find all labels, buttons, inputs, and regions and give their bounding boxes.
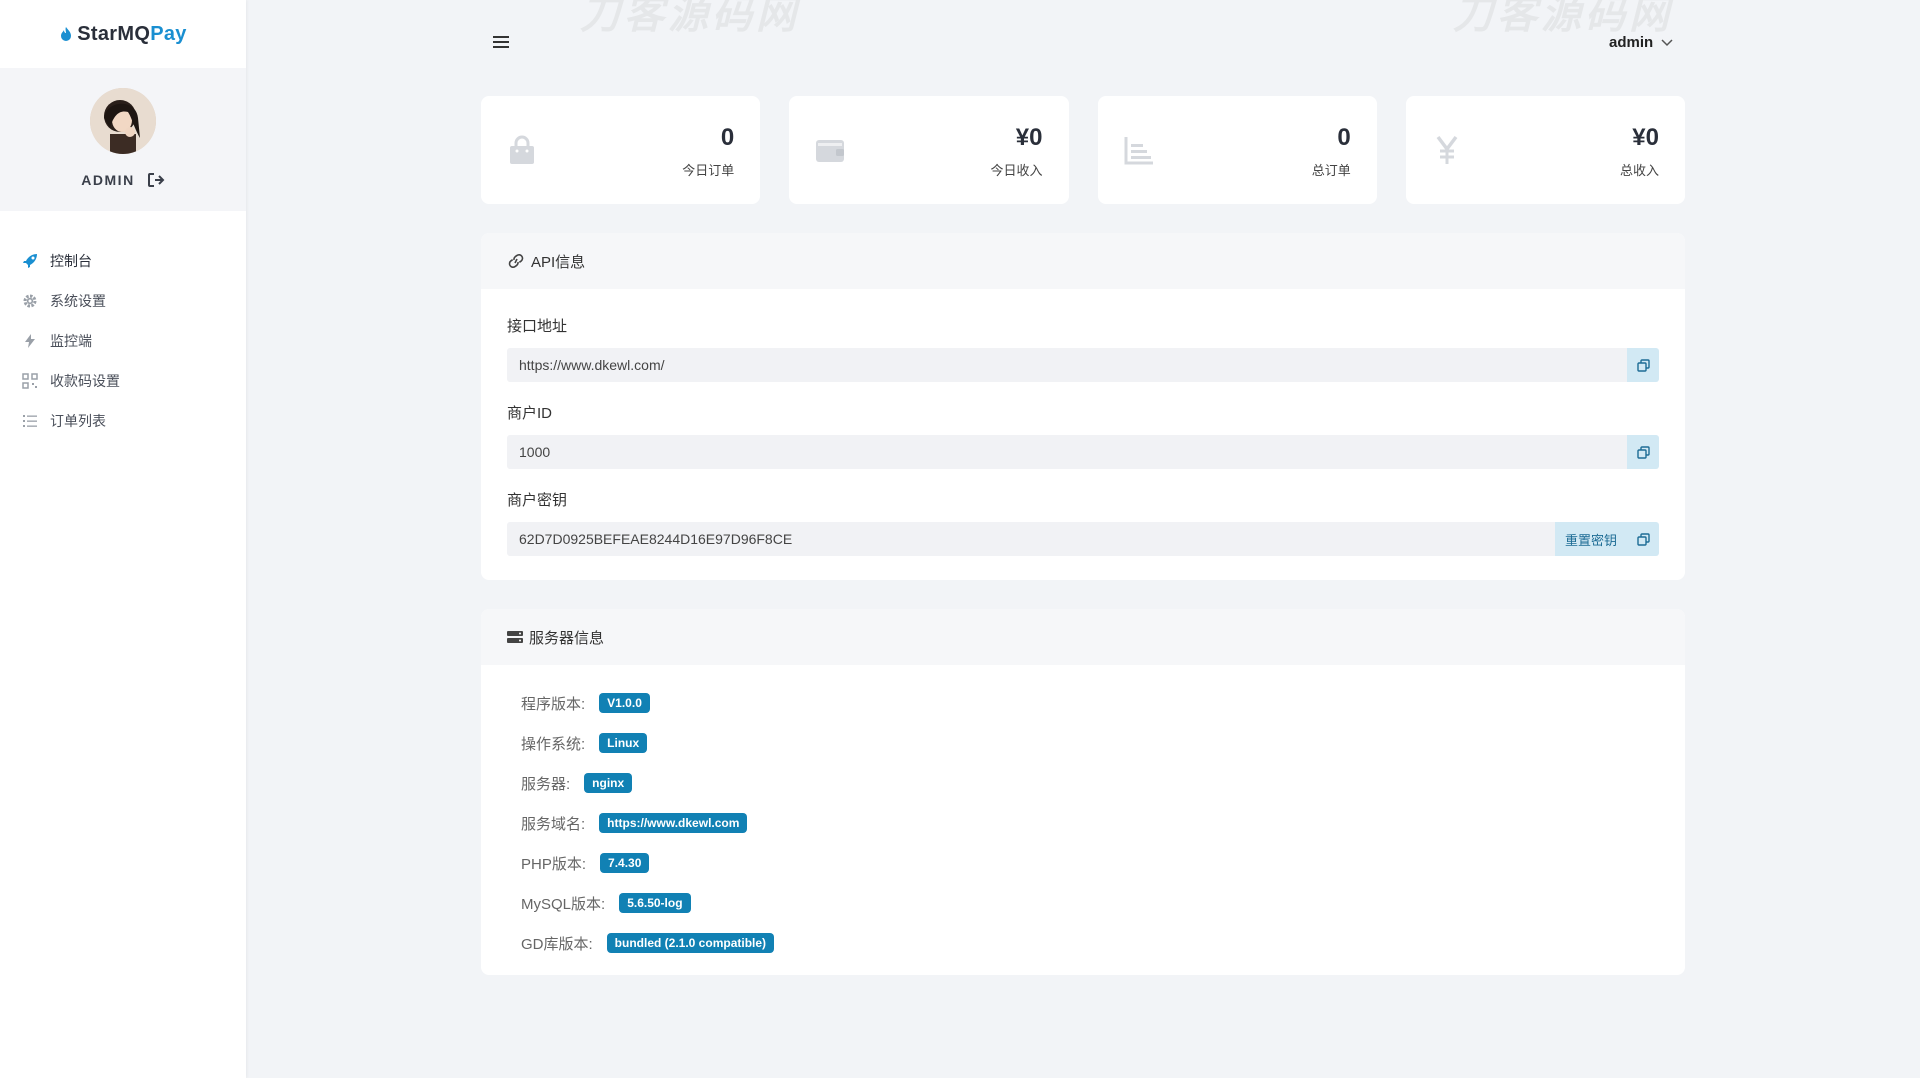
logout-icon[interactable] (147, 172, 165, 188)
qr-grid-icon (22, 373, 38, 389)
profile-section: ADMIN (0, 68, 246, 211)
stats-row: 0 今日订单 ¥0 今日收入 0 总订单 ¥0 总收入 (481, 96, 1685, 204)
watermark: 刀客源码网 (580, 0, 800, 37)
copy-icon (1636, 358, 1650, 372)
info-row-mysql: MySQL版本: 5.6.50-log (507, 883, 1659, 923)
stat-card-today-income: ¥0 今日收入 (789, 96, 1069, 204)
copy-merchant-id-button[interactable] (1627, 435, 1659, 469)
header-username: admin (1609, 34, 1654, 51)
info-row-server: 服务器: nginx (507, 763, 1659, 803)
stat-card-total-income: ¥0 总收入 (1405, 96, 1685, 204)
sidebar-item-system-settings[interactable]: 系统设置 (0, 281, 246, 321)
info-row-gd: GD库版本: bundled (2.1.0 compatible) (507, 923, 1659, 963)
main-content: 0 今日订单 ¥0 今日收入 0 总订单 ¥0 总收入 API信息 接口地址 h… (481, 96, 1685, 975)
rocket-icon (22, 253, 38, 269)
api-url-input[interactable] (507, 348, 1627, 382)
status-badge: V1.0.0 (599, 693, 650, 713)
sidebar-item-payment-code[interactable]: 收款码设置 (0, 361, 246, 401)
status-badge: Linux (599, 733, 648, 753)
lightning-icon (22, 333, 38, 349)
api-url-field: 接口地址 (507, 315, 1659, 382)
sidebar-item-order-list[interactable]: 订单列表 (0, 401, 246, 441)
shopping-bag-icon (510, 135, 534, 164)
info-row-version: 程序版本: V1.0.0 (507, 683, 1659, 723)
merchant-id-field: 商户ID (507, 402, 1659, 469)
server-info-panel: 服务器信息 程序版本: V1.0.0 操作系统: Linux 服务器: ngin… (481, 609, 1685, 975)
flame-icon (61, 27, 72, 41)
stat-card-today-orders: 0 今日订单 (481, 96, 761, 204)
profile-name: ADMIN (81, 172, 135, 188)
gear-icon (22, 293, 38, 309)
brand-logo[interactable]: StarMQPay (0, 0, 246, 68)
copy-api-url-button[interactable] (1627, 348, 1659, 382)
api-info-panel: API信息 接口地址 商户ID (481, 233, 1685, 580)
panel-header: API信息 (481, 233, 1685, 289)
status-badge: 7.4.30 (600, 853, 650, 873)
sidebar: StarMQPay ADMIN 控制台 系统设置 监控端 收款码设置 订单列表 (0, 0, 246, 1078)
merchant-key-field: 商户密钥 重置密钥 (507, 489, 1659, 556)
info-row-php: PHP版本: 7.4.30 (507, 843, 1659, 883)
copy-icon (1636, 532, 1650, 546)
panel-title: API信息 (531, 253, 586, 271)
merchant-key-input[interactable] (507, 522, 1555, 556)
avatar[interactable] (90, 88, 156, 154)
user-menu[interactable]: admin (1609, 34, 1673, 51)
list-icon (22, 413, 38, 429)
reset-key-button[interactable]: 重置密钥 (1554, 522, 1627, 556)
bar-chart-icon (1124, 137, 1153, 165)
sidebar-item-monitor[interactable]: 监控端 (0, 321, 246, 361)
merchant-id-input[interactable] (507, 435, 1627, 469)
stat-card-total-orders: 0 总订单 (1097, 96, 1377, 204)
panel-title: 服务器信息 (529, 629, 605, 647)
copy-icon (1636, 445, 1650, 459)
info-row-os: 操作系统: Linux (507, 723, 1659, 763)
status-badge: nginx (584, 773, 633, 793)
menu-toggle-button[interactable] (493, 36, 509, 50)
status-badge: https://www.dkewl.com (599, 813, 748, 833)
link-icon (508, 254, 524, 268)
copy-merchant-key-button[interactable] (1627, 522, 1659, 556)
server-icon (507, 631, 523, 643)
status-badge: bundled (2.1.0 compatible) (606, 933, 775, 953)
sidebar-menu: 控制台 系统设置 监控端 收款码设置 订单列表 (0, 241, 246, 441)
wallet-icon (816, 140, 845, 162)
sidebar-item-dashboard[interactable]: 控制台 (0, 241, 246, 281)
status-badge: 5.6.50-log (619, 893, 691, 913)
chevron-down-icon (1661, 38, 1673, 46)
yen-icon (1436, 135, 1458, 164)
info-row-domain: 服务域名: https://www.dkewl.com (507, 803, 1659, 843)
panel-header: 服务器信息 (481, 609, 1685, 665)
brand-name: StarMQPay (77, 22, 187, 45)
